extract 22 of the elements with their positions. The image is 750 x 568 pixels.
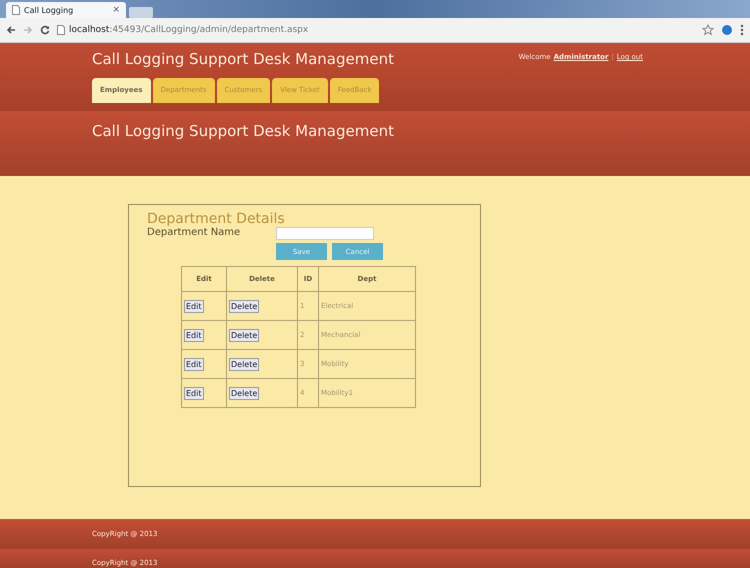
field-label: Department Name (147, 227, 242, 240)
delete-button[interactable]: Delete (229, 300, 260, 312)
edit-button[interactable]: Edit (184, 358, 204, 370)
site-title: Call Logging Support Desk Management (92, 50, 394, 68)
tab-title: Call Logging (24, 6, 74, 14)
delete-button[interactable]: Delete (229, 386, 260, 400)
close-icon[interactable]: × (112, 5, 120, 15)
delete-button[interactable]: Delete (229, 328, 260, 342)
form-heading: Department Details (147, 211, 286, 227)
edit-button[interactable]: Edit (184, 328, 204, 342)
page-icon (12, 5, 20, 15)
star-icon[interactable] (702, 24, 714, 36)
page-icon (57, 25, 65, 35)
edit-button[interactable]: Edit (184, 386, 204, 400)
browser-tab[interactable]: Call Logging × (6, 2, 126, 18)
delete-button[interactable]: Delete (229, 358, 260, 370)
back-icon[interactable] (6, 25, 16, 35)
edit-button[interactable]: Edit (184, 300, 204, 312)
department-name-field[interactable] (276, 227, 374, 240)
reload-icon[interactable] (40, 25, 50, 35)
banner-title: Call Logging Support Desk Management (92, 122, 394, 140)
menu-icon[interactable] (740, 24, 744, 36)
